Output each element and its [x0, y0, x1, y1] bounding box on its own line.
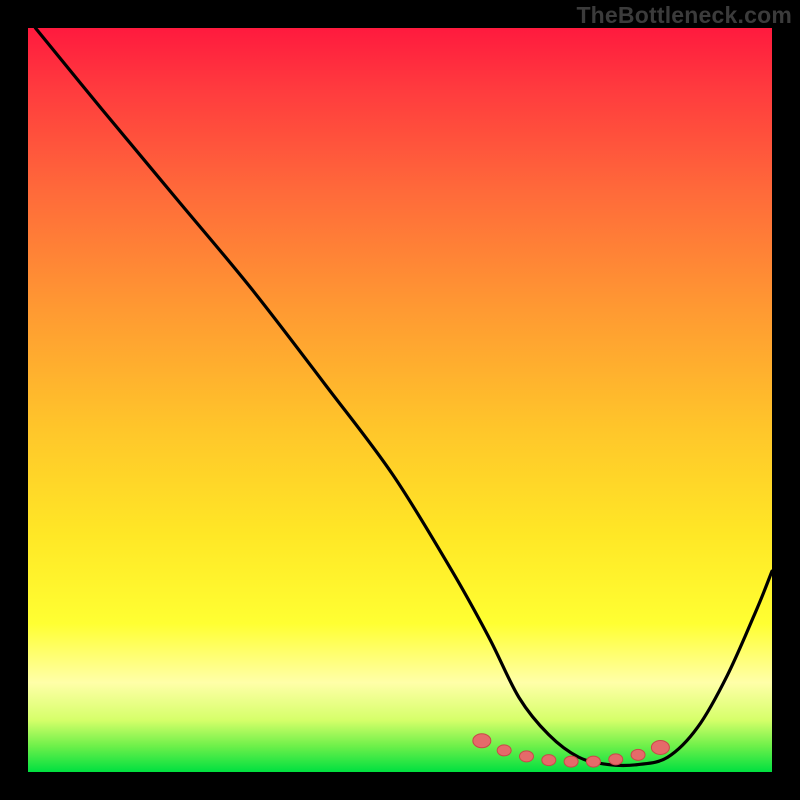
- watermark-text: TheBottleneck.com: [576, 2, 792, 29]
- chart-stage: TheBottleneck.com: [0, 0, 800, 800]
- chart-frame: [0, 0, 800, 800]
